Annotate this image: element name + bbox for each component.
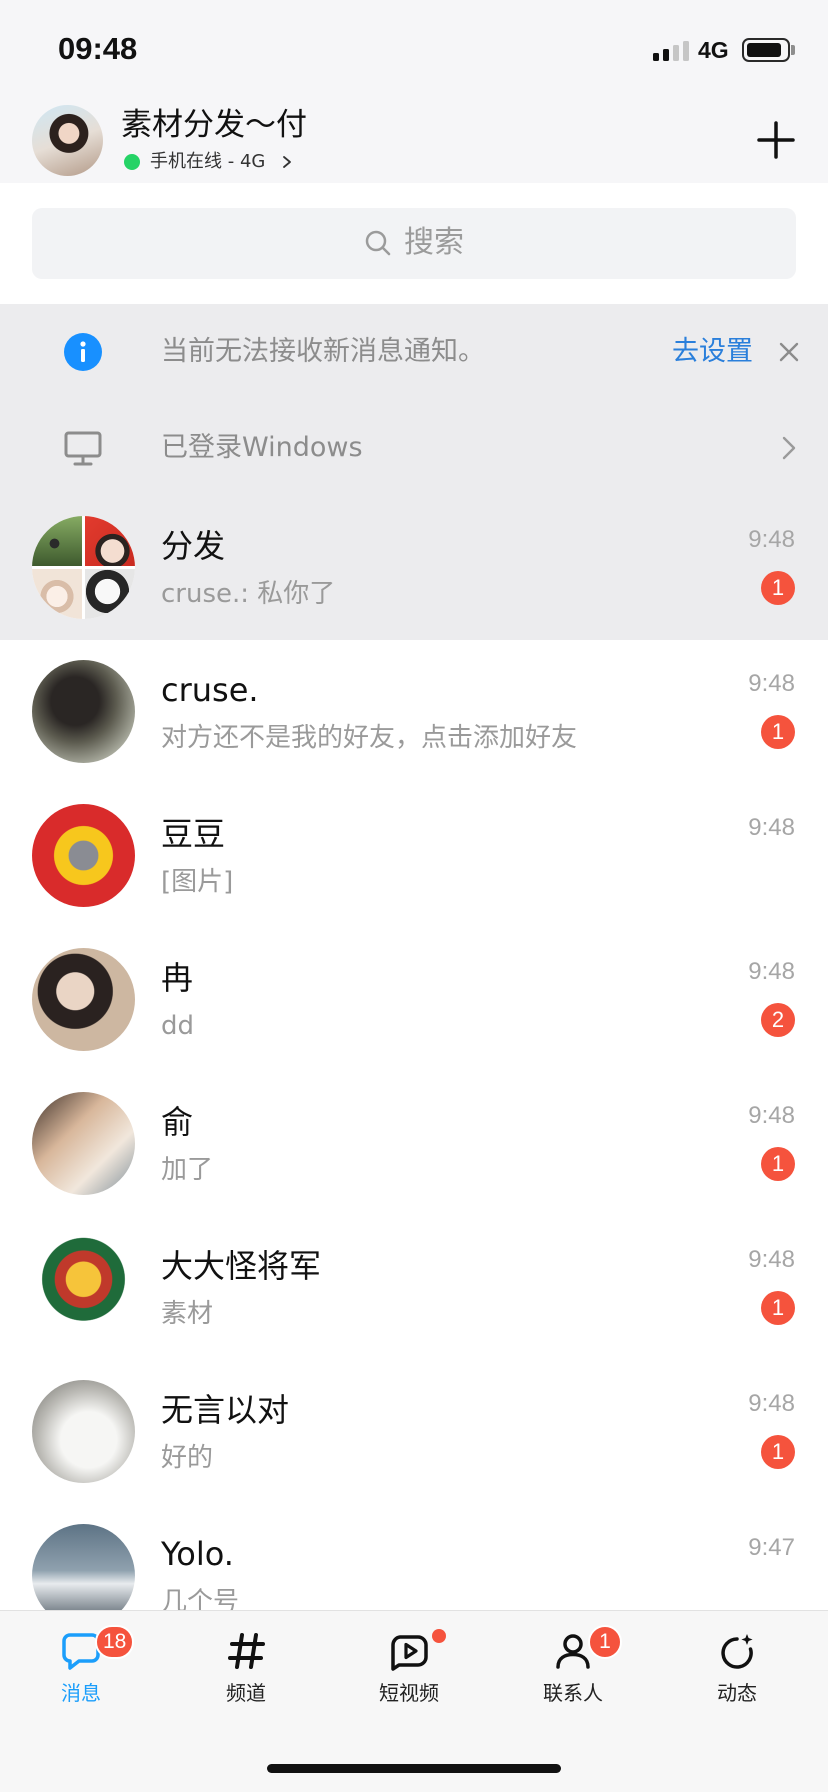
unread-count-badge: 1 <box>588 1625 622 1659</box>
device-text: 已登录Windows <box>161 432 363 463</box>
search-placeholder: 搜索 <box>404 225 464 260</box>
plus-icon[interactable] <box>756 120 796 160</box>
chat-time: 9:48 <box>748 1102 795 1129</box>
tab-label: 联系人 <box>543 1681 603 1705</box>
chat-name: 大大怪将军 <box>161 1247 322 1285</box>
chat-name: Yolo. <box>161 1535 234 1573</box>
monitor-icon <box>64 431 102 466</box>
new-content-dot <box>432 1629 446 1643</box>
avatar <box>32 948 135 1051</box>
chat-preview: dd <box>161 1011 195 1041</box>
avatar <box>32 1092 135 1195</box>
profile-avatar[interactable] <box>32 105 103 176</box>
avatar <box>32 1236 135 1339</box>
chat-time: 9:48 <box>748 958 795 985</box>
tab-contacts[interactable]: 联系人 1 <box>503 1611 643 1711</box>
unread-count-badge: 18 <box>95 1625 135 1659</box>
group-avatar <box>32 516 135 619</box>
notification-warning: 当前无法接收新消息通知。 去设置 <box>0 304 828 400</box>
chat-row-cruse[interactable]: cruse. 对方还不是我的好友，点击添加好友 9:48 1 <box>0 640 828 784</box>
tab-moments[interactable]: 动态 <box>667 1611 807 1711</box>
avatar <box>32 1380 135 1483</box>
tab-label: 消息 <box>61 1681 101 1705</box>
tab-label: 动态 <box>717 1681 757 1705</box>
chat-name: 俞 <box>161 1103 194 1141</box>
signal-bar <box>673 45 679 61</box>
chat-name: 无言以对 <box>161 1391 290 1429</box>
chat-preview: 对方还不是我的好友，点击添加好友 <box>161 723 578 753</box>
chat-preview: 素材 <box>161 1299 214 1329</box>
unread-badge: 2 <box>761 1003 795 1037</box>
chat-preview: 好的 <box>161 1443 214 1473</box>
signal-bar <box>683 41 689 61</box>
signal-icon <box>653 41 691 61</box>
chat-preview: cruse.: 私你了 <box>161 579 336 609</box>
avatar <box>32 660 135 763</box>
chat-time: 9:48 <box>748 814 795 841</box>
chat-row-doudou[interactable]: 豆豆 [图片] 9:48 <box>0 784 828 928</box>
unread-badge: 1 <box>761 1291 795 1325</box>
chat-name: cruse. <box>161 671 259 709</box>
hashtag-icon <box>228 1633 265 1669</box>
signal-bar <box>663 49 669 61</box>
unread-badge: 1 <box>761 571 795 605</box>
video-play-icon <box>391 1635 428 1671</box>
tab-label: 短视频 <box>379 1681 439 1705</box>
chat-name: 豆豆 <box>161 815 226 853</box>
chevron-right-icon[interactable] <box>282 155 292 169</box>
home-indicator[interactable] <box>267 1764 561 1773</box>
unread-badge: 1 <box>761 1435 795 1469</box>
chat-row-yu[interactable]: 俞 加了 9:48 1 <box>0 1072 828 1216</box>
refresh-sparkle-icon <box>721 1634 753 1669</box>
header-background <box>0 0 828 183</box>
tab-short-video[interactable]: 短视频 <box>339 1611 479 1711</box>
online-status-dot <box>124 154 140 170</box>
logged-in-device-row[interactable]: 已登录Windows <box>0 400 828 496</box>
search-input[interactable]: 搜索 <box>32 208 796 279</box>
tab-messages[interactable]: 消息 18 <box>11 1611 151 1711</box>
account-name[interactable]: 素材分发～付 <box>121 106 307 144</box>
close-icon[interactable] <box>777 340 801 364</box>
chevron-right-icon <box>782 436 796 460</box>
chat-row-dadaguai[interactable]: 大大怪将军 素材 9:48 1 <box>0 1216 828 1360</box>
chat-time: 9:47 <box>748 1534 795 1561</box>
notice-text: 当前无法接收新消息通知。 <box>161 336 485 367</box>
avatar <box>32 804 135 907</box>
battery-icon <box>742 38 790 62</box>
search-icon <box>365 230 391 256</box>
signal-bar <box>653 53 659 61</box>
chat-time: 9:48 <box>748 670 795 697</box>
go-settings-link[interactable]: 去设置 <box>672 334 753 370</box>
chat-name: 分发 <box>161 527 226 565</box>
chat-row-group-fenfa[interactable]: 分发 cruse.: 私你了 9:48 1 <box>0 496 828 640</box>
chat-preview: 加了 <box>161 1155 214 1185</box>
network-label: 4G <box>698 37 729 63</box>
chat-row-wuyan[interactable]: 无言以对 好的 9:48 1 <box>0 1360 828 1504</box>
chat-name: 冉 <box>161 959 194 997</box>
chat-preview: [图片] <box>161 867 234 897</box>
chat-time: 9:48 <box>748 1246 795 1273</box>
chat-time: 9:48 <box>748 526 795 553</box>
battery-fill <box>747 43 781 57</box>
online-status[interactable]: 手机在线 - 4G <box>150 150 265 174</box>
tab-label: 频道 <box>226 1681 266 1705</box>
unread-badge: 1 <box>761 715 795 749</box>
info-icon <box>64 333 102 371</box>
battery-nub <box>791 45 795 55</box>
status-time: 09:48 <box>58 31 138 66</box>
chat-row-ran[interactable]: 冉 dd 9:48 2 <box>0 928 828 1072</box>
unread-badge: 1 <box>761 1147 795 1181</box>
tab-channels[interactable]: 频道 <box>176 1611 316 1711</box>
chat-time: 9:48 <box>748 1390 795 1417</box>
